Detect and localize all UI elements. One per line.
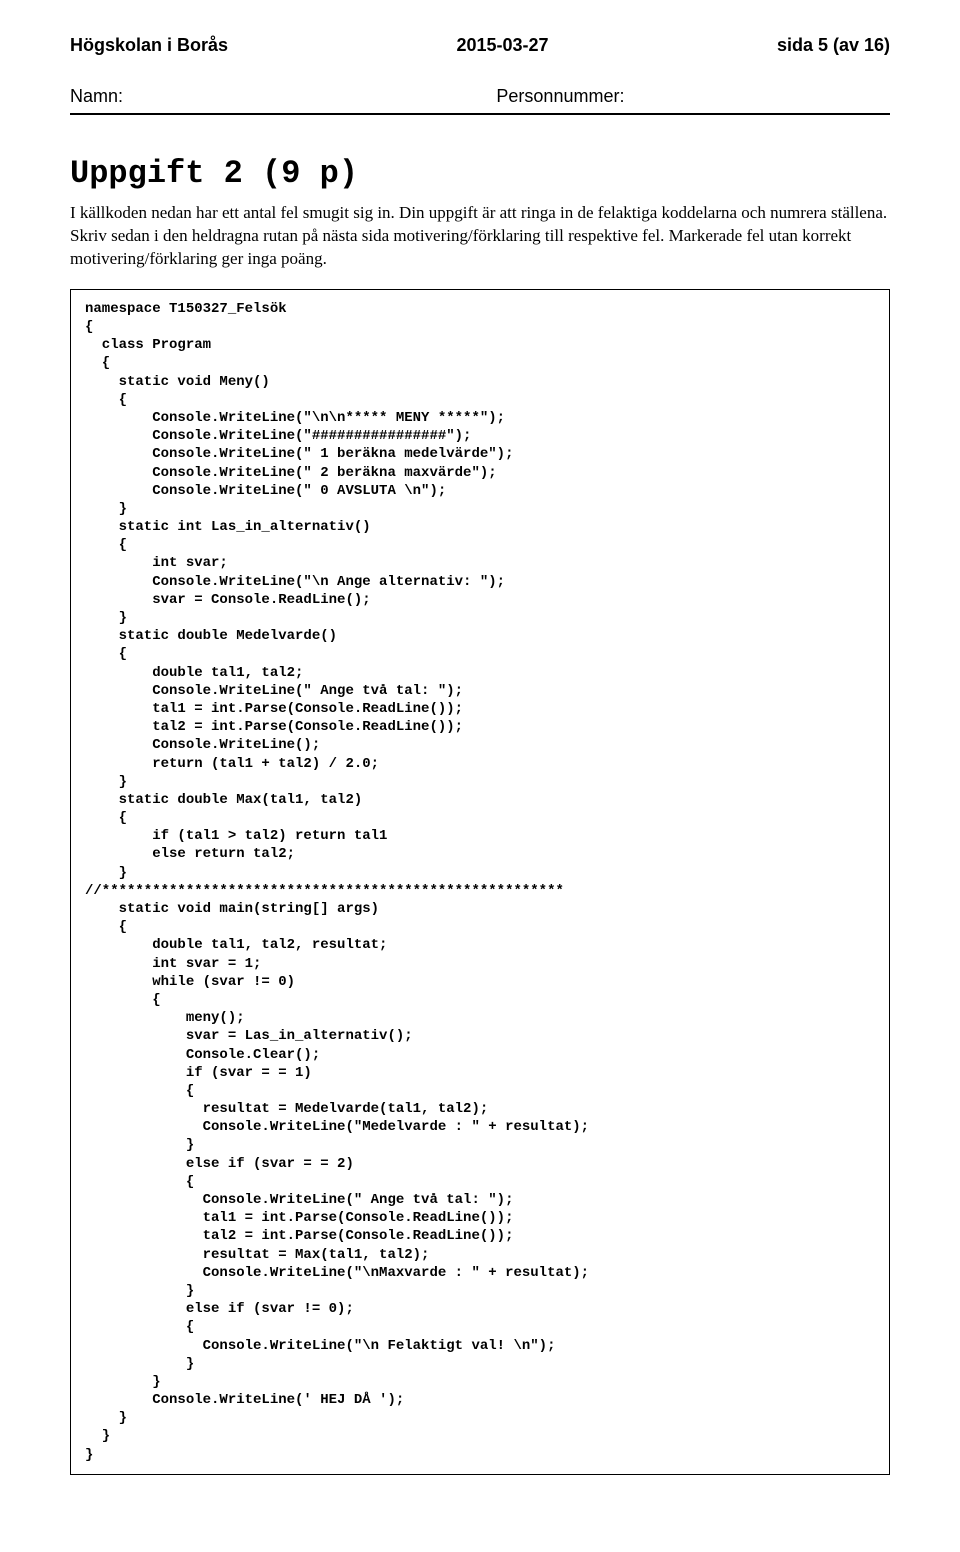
school-name: Högskolan i Borås (70, 35, 228, 56)
task-description: I källkoden nedan har ett antal fel smug… (70, 202, 890, 271)
header-top-row: Högskolan i Borås 2015-03-27 sida 5 (av … (70, 35, 890, 56)
task-title: Uppgift 2 (9 p) (70, 155, 890, 192)
personnummer-label: Personnummer: (496, 86, 890, 107)
page-number: sida 5 (av 16) (777, 35, 890, 56)
code-listing: namespace T150327_Felsök { class Program… (70, 289, 890, 1475)
name-label: Namn: (70, 86, 496, 107)
header-sub-row: Namn: Personnummer: (70, 86, 890, 115)
document-date: 2015-03-27 (456, 35, 548, 56)
